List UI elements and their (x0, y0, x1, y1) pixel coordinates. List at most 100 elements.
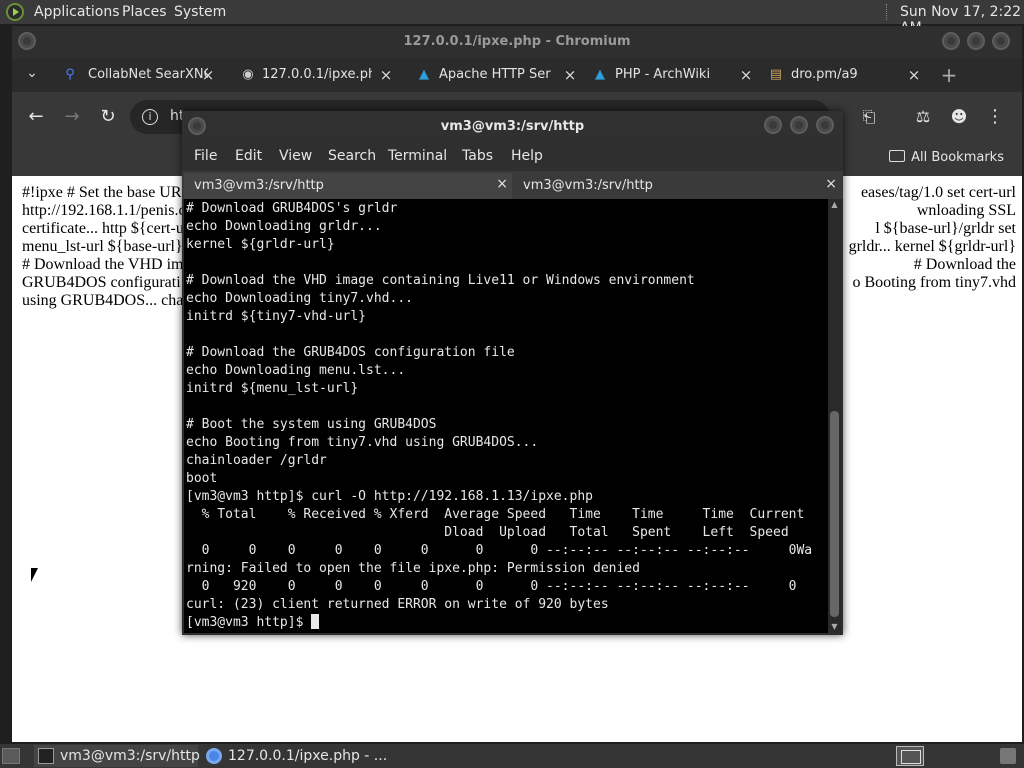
minimize-button[interactable] (764, 116, 782, 134)
close-tab-icon[interactable]: × (738, 66, 754, 84)
browser-tab-active[interactable]: ◉ 127.0.0.1/ipxe.php × (230, 58, 400, 92)
terminal-line: % Total % Received % Xferd Average Speed… (186, 507, 805, 522)
close-tab-icon[interactable]: × (200, 66, 216, 84)
browser-tab[interactable]: ⚲ CollabNet SearXNG × (52, 58, 222, 92)
taskbar-item-terminal[interactable]: vm3@vm3:/srv/http (34, 745, 200, 767)
system-menu[interactable]: System (174, 4, 226, 20)
taskbar-item-chromium[interactable]: 127.0.0.1/ipxe.php - ... (202, 745, 387, 767)
page-line: # Download the VHD im (22, 256, 182, 273)
page-line: menu_lst-url ${base-url} (22, 238, 182, 255)
taskbar-item-label: vm3@vm3:/srv/http (60, 748, 200, 764)
new-tab-plus-icon[interactable]: + (938, 63, 960, 87)
site-info-icon[interactable]: i (142, 109, 158, 125)
menu-edit[interactable]: Edit (235, 148, 262, 164)
profile-avatar-icon[interactable]: ☻ (948, 106, 970, 128)
close-button[interactable] (816, 116, 834, 134)
scrollbar-thumb[interactable] (830, 411, 839, 617)
close-button[interactable] (992, 32, 1010, 50)
page-line: l ${base-url}/grldr set (875, 220, 1016, 237)
maximize-button[interactable] (967, 32, 985, 50)
top-panel: Applications Places System Sun Nov 17, 2… (0, 0, 1024, 36)
tab-label: 127.0.0.1/ipxe.php (262, 67, 372, 82)
terminal-line: # Boot the system using GRUB4DOS (186, 417, 437, 432)
terminal-cursor (311, 614, 320, 629)
page-line: wnloading SSL (916, 202, 1016, 219)
tab-label: Apache HTTP Server (439, 67, 551, 82)
browser-titlebar[interactable]: 127.0.0.1/ipxe.php - Chromium (12, 26, 1022, 58)
trash-icon[interactable] (1000, 748, 1016, 764)
show-desktop-icon[interactable] (2, 748, 20, 764)
gnome-foot-icon[interactable] (6, 3, 24, 21)
terminal-output[interactable]: # Download GRUB4DOS's grldr echo Download… (184, 199, 828, 633)
close-tab-icon[interactable]: × (825, 176, 837, 192)
terminal-line: initrd ${menu_lst-url} (186, 381, 359, 396)
minimize-button[interactable] (942, 32, 960, 50)
close-tab-icon[interactable]: × (906, 66, 922, 84)
page-line: http://192.168.1.1/penis.c (22, 202, 182, 219)
scroll-up-icon[interactable]: ▲ (828, 199, 841, 211)
browser-tab[interactable]: ▤ dro.pm/a9 × (758, 58, 928, 92)
terminal-line: echo Downloading tiny7.vhd... (186, 291, 413, 306)
terminal-line: # Download GRUB4DOS's grldr (186, 201, 398, 216)
applications-menu[interactable]: Applications (34, 4, 120, 20)
menu-help[interactable]: Help (511, 148, 543, 164)
terminal-line: echo Booting from tiny7.vhd using GRUB4D… (186, 435, 539, 450)
terminal-line: # Download the VHD image containing Live… (186, 273, 695, 288)
all-bookmarks-button[interactable]: All Bookmarks (889, 150, 1004, 165)
maximize-button[interactable] (790, 116, 808, 134)
close-tab-icon[interactable]: × (562, 66, 578, 84)
globe-icon: ◉ (242, 67, 254, 82)
browser-window-title: 127.0.0.1/ipxe.php - Chromium (403, 34, 631, 49)
terminal-tab[interactable]: vm3@vm3:/srv/http × (513, 173, 841, 199)
terminal-line: echo Downloading menu.lst... (186, 363, 406, 378)
terminal-line: kernel ${grldr-url} (186, 237, 335, 252)
chromium-icon (206, 748, 222, 764)
kebab-menu-icon[interactable]: ⋮ (984, 106, 1006, 128)
terminal-tab-label: vm3@vm3:/srv/http (194, 178, 324, 193)
browser-tab[interactable]: ▲ Apache HTTP Server × (406, 58, 584, 92)
mouse-pointer-icon (31, 568, 38, 582)
close-tab-icon[interactable]: × (378, 66, 394, 84)
menu-view[interactable]: View (279, 148, 312, 164)
menu-terminal[interactable]: Terminal (388, 148, 447, 164)
page-line: grldr... kernel ${grldr-url} (848, 238, 1016, 255)
flask-icon[interactable]: ⚖ (912, 106, 934, 128)
archlinux-icon: ▲ (595, 67, 605, 82)
terminal-line: initrd ${tiny7-vhd-url} (186, 309, 367, 324)
menu-tabs[interactable]: Tabs (462, 148, 493, 164)
search-icon: ⚲ (65, 67, 75, 82)
archlinux-icon: ▲ (419, 67, 429, 82)
menu-search[interactable]: Search (328, 148, 376, 164)
close-tab-icon[interactable]: × (496, 176, 508, 192)
terminal-line: [vm3@vm3 http]$ (186, 614, 826, 632)
terminal-tab-active[interactable]: vm3@vm3:/srv/http × (184, 173, 512, 199)
terminal-lines: # Download GRUB4DOS's grldr echo Download… (186, 200, 826, 632)
extensions-puzzle-icon[interactable]: ⎗ (858, 106, 880, 128)
tab-search-chevron-icon[interactable]: ⌄ (22, 65, 42, 81)
workspace-switcher[interactable] (896, 746, 924, 766)
browser-tabstrip: ⌄ ⚲ CollabNet SearXNG × ◉ 127.0.0.1/ipxe… (12, 58, 1022, 92)
folder-icon (889, 150, 906, 162)
forward-arrow-icon[interactable]: → (61, 106, 83, 128)
scroll-down-icon[interactable]: ▼ (828, 621, 841, 633)
terminal-line: 0 0 0 0 0 0 0 0 --:--:-- --:--:-- --:--:… (186, 543, 813, 558)
back-arrow-icon[interactable]: ← (25, 106, 47, 128)
reload-icon[interactable]: ↻ (97, 106, 119, 128)
page-line: # Download the (913, 256, 1016, 273)
page-line: using GRUB4DOS... cha (22, 292, 182, 309)
terminal-titlebar[interactable]: vm3@vm3:/srv/http (182, 111, 843, 141)
terminal-line: chainloader /grldr (186, 453, 327, 468)
places-menu[interactable]: Places (122, 4, 167, 20)
page-line: certificate... http ${cert-u (22, 220, 182, 237)
terminal-line: 0 920 0 0 0 0 0 0 --:--:-- --:--:-- --:-… (186, 579, 797, 594)
taskbar-item-label: 127.0.0.1/ipxe.php - ... (228, 748, 388, 764)
page-text-right: eases/tag/1.0 set cert-url wnloading SSL… (834, 184, 1016, 292)
terminal-scrollbar[interactable]: ▲ ▼ (828, 199, 841, 633)
browser-tab[interactable]: ▲ PHP - ArchWiki × (582, 58, 760, 92)
terminal-tabbar: vm3@vm3:/srv/http × vm3@vm3:/srv/http × (182, 171, 843, 199)
menu-file[interactable]: File (194, 148, 217, 164)
terminal-line: # Download the GRUB4DOS configuration fi… (186, 345, 515, 360)
